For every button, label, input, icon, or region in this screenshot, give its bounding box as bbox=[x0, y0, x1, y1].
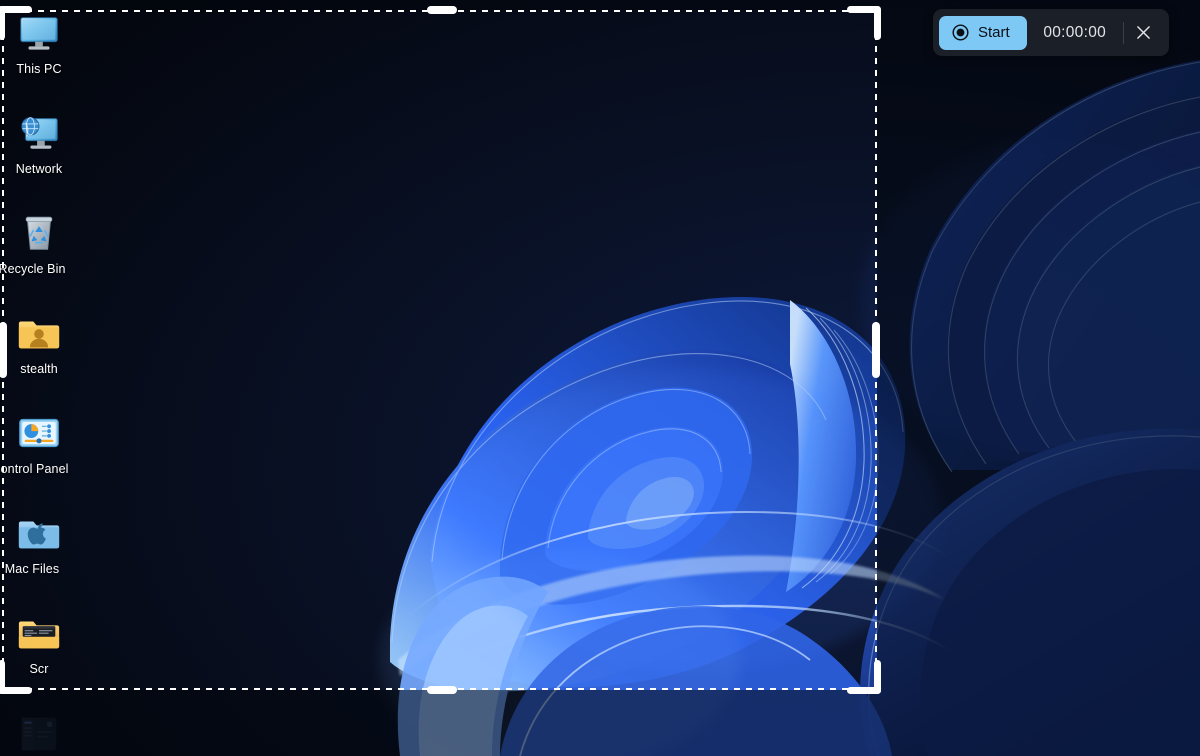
close-icon bbox=[1137, 26, 1151, 39]
apple-folder-icon bbox=[16, 510, 62, 556]
desktop-icon-label: Mac Files bbox=[4, 562, 60, 576]
computer-monitor-icon bbox=[16, 10, 62, 56]
terminal-folder-icon bbox=[16, 610, 62, 656]
desktop-icon-label: Control Panel bbox=[0, 462, 69, 476]
desktop-icon-list: This PC Network Recycle Bin stealth ontr… bbox=[0, 0, 120, 756]
desktop-icon-label: Network bbox=[15, 162, 63, 176]
recycle-bin-icon bbox=[16, 210, 62, 256]
desktop-icon-recycle-bin[interactable]: Recycle Bin bbox=[0, 210, 78, 276]
user-folder-icon bbox=[16, 310, 62, 356]
record-dot-icon bbox=[952, 24, 969, 41]
desktop-icon-label: stealth bbox=[20, 362, 58, 376]
desktop-icon-control-panel[interactable]: Control Panel bbox=[0, 410, 78, 476]
desktop-screen: This PC Network Recycle Bin stealth ontr… bbox=[0, 0, 1200, 756]
desktop-wallpaper bbox=[0, 0, 1200, 756]
close-recorder-button[interactable] bbox=[1124, 16, 1164, 50]
network-globe-icon bbox=[16, 110, 62, 156]
desktop-icon-mac-files[interactable]: Mac Files bbox=[0, 510, 78, 576]
desktop-icon-network[interactable]: Network bbox=[0, 110, 78, 176]
desktop-icon-label: Scr bbox=[29, 662, 49, 676]
screen-recorder-toolbar: Start 00:00:00 bbox=[933, 9, 1169, 56]
recording-timer: 00:00:00 bbox=[1043, 23, 1107, 41]
desktop-icon-scr[interactable]: Scr bbox=[0, 610, 78, 676]
desktop-icon-stealth[interactable]: stealth bbox=[0, 310, 78, 376]
start-button-label: Start bbox=[978, 24, 1010, 41]
desktop-icon-label: This PC bbox=[16, 62, 62, 76]
desktop-icon-this-pc[interactable]: This PC bbox=[0, 10, 78, 76]
start-recording-button[interactable]: Start bbox=[939, 15, 1027, 50]
control-panel-icon bbox=[16, 410, 62, 456]
settings-window-icon bbox=[16, 710, 62, 756]
desktop-icon-label: Recycle Bin bbox=[0, 262, 66, 276]
desktop-icon-settings-window[interactable] bbox=[0, 710, 78, 756]
